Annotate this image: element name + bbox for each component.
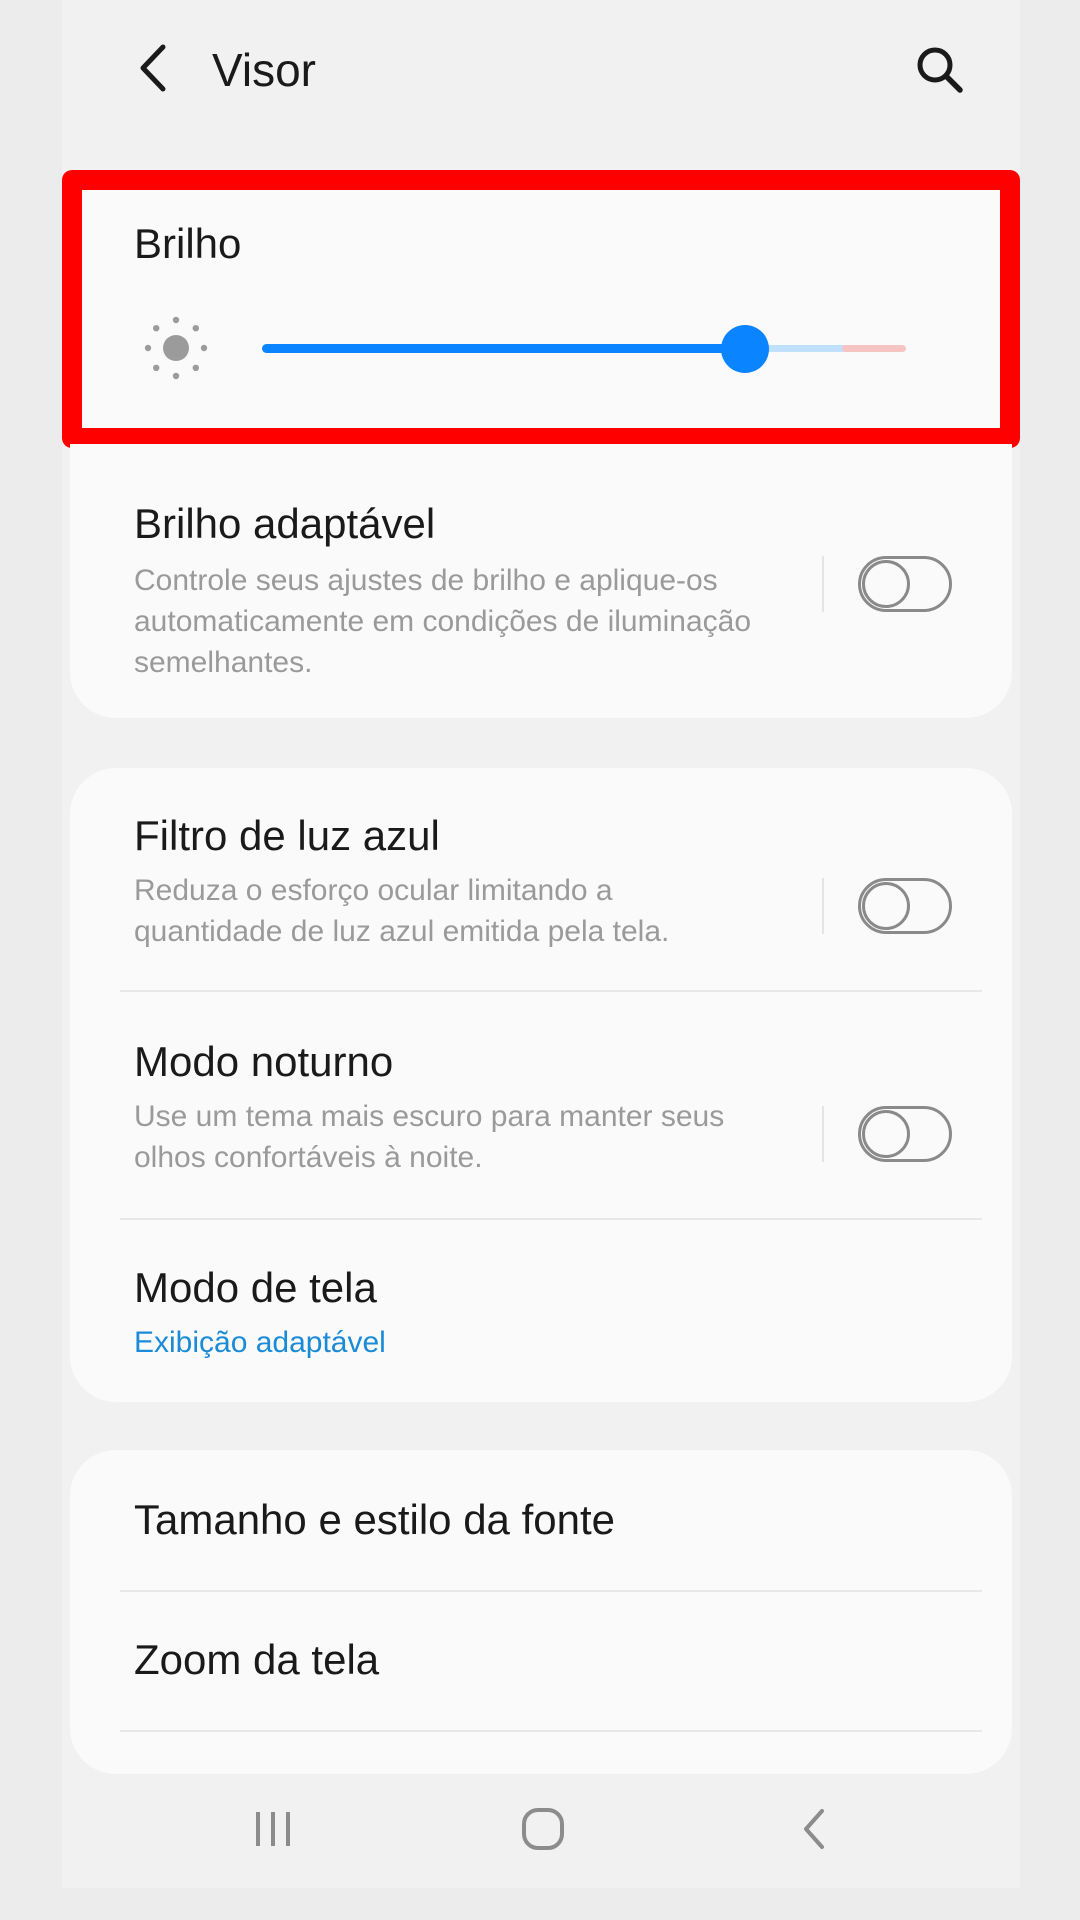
adaptive-brightness-row[interactable]: Brilho adaptável Controle seus ajustes d… — [70, 444, 1012, 718]
screen-mode-row[interactable]: Modo de tela Exibição adaptável — [70, 1220, 1012, 1402]
divider — [822, 556, 824, 612]
screen-zoom-row[interactable]: Zoom da tela — [70, 1592, 1012, 1730]
screen-zoom-title: Zoom da tela — [134, 1636, 380, 1683]
adaptive-brightness-description: Controle seus ajustes de brilho e apliqu… — [134, 564, 752, 679]
night-mode-title: Modo noturno — [134, 1038, 394, 1085]
slider-fill — [262, 344, 745, 353]
brightness-card: Brilho — [70, 176, 1012, 434]
back-arrow-icon — [140, 44, 166, 92]
navigation-bar — [62, 1770, 1020, 1888]
night-mode-toggle[interactable] — [858, 1106, 952, 1162]
divider — [822, 878, 824, 934]
blue-light-filter-title: Filtro de luz azul — [134, 812, 440, 859]
adaptive-brightness-card: Brilho adaptável Controle seus ajustes d… — [70, 444, 1012, 718]
screen-mode-title: Modo de tela — [134, 1264, 377, 1311]
sun-icon — [144, 316, 208, 380]
brightness-slider[interactable] — [262, 325, 912, 373]
nav-back-icon — [804, 1809, 824, 1849]
screen-mode-value: Exibição adaptável — [134, 1326, 386, 1359]
nav-back-button[interactable] — [768, 1794, 858, 1864]
adaptive-brightness-toggle[interactable] — [858, 556, 952, 612]
slider-thumb[interactable] — [721, 325, 769, 373]
slider-track-high-zone — [842, 345, 906, 352]
blue-light-filter-description: Reduza o esforço ocular limitando a quan… — [134, 874, 670, 948]
row-divider — [120, 1730, 982, 1732]
settings-screen: Visor Brilho Brilho adaptável Controle s… — [62, 0, 1020, 1888]
adaptive-brightness-title: Brilho adaptável — [134, 500, 436, 547]
search-button[interactable] — [910, 40, 970, 100]
blue-light-filter-toggle[interactable] — [858, 878, 952, 934]
display-options-card: Filtro de luz azul Reduza o esforço ocul… — [70, 768, 1012, 1402]
divider — [822, 1106, 824, 1162]
blue-light-filter-row[interactable]: Filtro de luz azul Reduza o esforço ocul… — [70, 768, 1012, 990]
toggle-knob — [862, 1110, 910, 1158]
night-mode-row[interactable]: Modo noturno Use um tema mais escuro par… — [70, 992, 1012, 1218]
app-bar: Visor — [62, 0, 1020, 140]
back-button[interactable] — [122, 36, 182, 100]
home-icon — [522, 1808, 564, 1850]
toggle-knob — [862, 882, 910, 930]
font-size-row[interactable]: Tamanho e estilo da fonte — [70, 1450, 1012, 1590]
recents-button[interactable] — [228, 1794, 318, 1864]
toggle-knob — [862, 560, 910, 608]
font-zoom-card: Tamanho e estilo da fonte Zoom da tela — [70, 1450, 1012, 1774]
font-size-title: Tamanho e estilo da fonte — [134, 1496, 615, 1543]
search-icon — [917, 47, 963, 93]
recents-icon — [256, 1812, 290, 1846]
night-mode-description: Use um tema mais escuro para manter seus… — [134, 1100, 725, 1174]
page-title: Visor — [212, 44, 316, 96]
home-button[interactable] — [498, 1794, 588, 1864]
brightness-label: Brilho — [134, 220, 242, 267]
